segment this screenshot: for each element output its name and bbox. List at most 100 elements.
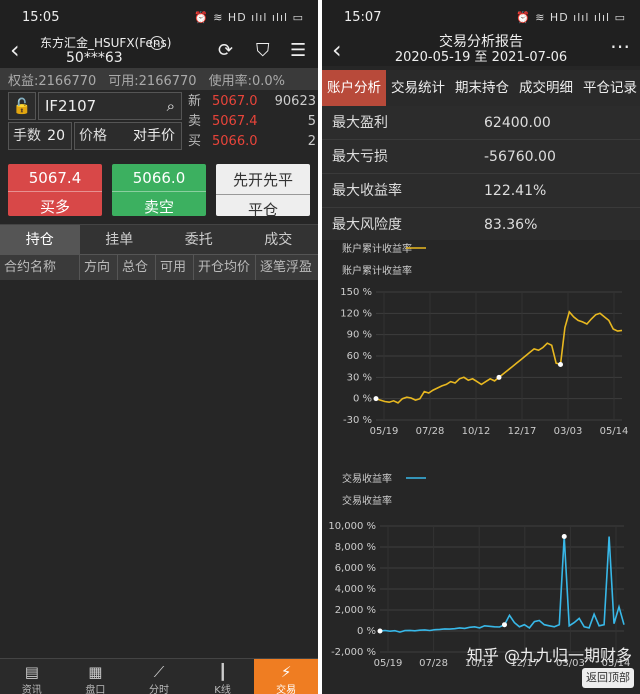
tab-trade-stats[interactable]: 交易统计	[386, 70, 450, 106]
nav-kline[interactable]: ┃ K线	[191, 659, 255, 694]
column-header[interactable]: 逐笔浮盈	[256, 255, 318, 280]
more-icon[interactable]: ⋯	[610, 34, 630, 58]
stat-label: 最大收益率	[332, 183, 402, 199]
tab-fill-details[interactable]: 成交明细	[514, 70, 578, 106]
table-header: 合约名称 方向 总仓 可用 开仓均价 逐笔浮盈	[0, 254, 318, 280]
orderbook-icon: ▦	[88, 663, 103, 681]
quote-price: 5067.4	[212, 114, 258, 129]
status-bar: 15:07 ⏰ ≋ HD ılıl ılıl ▭	[322, 0, 640, 34]
menu-icon[interactable]: ☰	[290, 40, 306, 61]
status-icons: ⏰ ≋ HD ılıl ılıl ▭	[516, 10, 626, 24]
news-icon: ▤	[24, 663, 39, 681]
nav-label: 分时	[148, 685, 169, 694]
y-tick-label: 0 %	[357, 626, 376, 637]
tab-positions[interactable]: 持仓	[0, 225, 80, 254]
legend-label: 交易收益率	[342, 472, 392, 485]
lock-icon[interactable]: 🔓	[8, 92, 36, 120]
y-tick-label: 90 %	[347, 330, 372, 341]
series-point	[561, 534, 567, 539]
price-field[interactable]: 价格 对手价	[74, 122, 182, 150]
sell-short-button[interactable]: 5066.0 卖空	[112, 164, 206, 216]
usage-label: 使用率:0.0%	[208, 73, 285, 89]
stat-value: 83.36%	[484, 217, 538, 233]
tab-ending-positions[interactable]: 期末持仓	[450, 70, 514, 106]
x-tick-label: 07/28	[416, 426, 445, 437]
y-tick-label: 8,000 %	[335, 542, 376, 553]
back-to-top-button[interactable]: 返回顶部	[582, 668, 634, 688]
legend-label: 账户累计收益率	[342, 242, 412, 255]
nav-orderbook[interactable]: ▦ 盘口	[64, 659, 128, 694]
column-header[interactable]: 可用	[156, 255, 194, 280]
search-icon[interactable]: ⌕	[167, 93, 175, 119]
tab-account-analysis[interactable]: 账户分析	[322, 70, 386, 106]
column-header[interactable]: 合约名称	[0, 255, 80, 280]
status-time: 15:05	[22, 9, 60, 25]
chart-title: 账户累计收益率	[342, 264, 412, 277]
nav-label: 交易	[276, 685, 297, 694]
close-label: 平仓	[216, 194, 310, 220]
column-header[interactable]: 开仓均价	[194, 255, 256, 280]
buy-long-button[interactable]: 5067.4 买多	[8, 164, 102, 216]
chart-title: 交易收益率	[342, 494, 392, 507]
quote-row: 买 5066.0 2	[188, 132, 316, 152]
close-position-button[interactable]: 先开先平 平仓	[216, 164, 310, 219]
shield-icon[interactable]: ⛉	[256, 40, 270, 61]
buy-label: 买多	[8, 191, 102, 217]
y-tick-label: -30 %	[343, 415, 372, 426]
quote-volume: 2	[307, 134, 316, 149]
column-header[interactable]: 方向	[80, 255, 118, 280]
price-value[interactable]: 对手价	[133, 123, 175, 149]
nav-label: 资讯	[21, 685, 42, 694]
line-chart-icon: ⟋	[153, 663, 165, 681]
series-line	[375, 310, 623, 404]
tab-orders[interactable]: 委托	[159, 225, 239, 254]
account-bar: 权益:2166770 可用:2166770 使用率:0.0%	[0, 68, 318, 90]
header: ‹ 东方汇金_HSUFX(Fens) ⌄ 50***63 ⟳ ⛉ ☰	[0, 34, 318, 68]
nav-intraday[interactable]: ⟋ 分时	[127, 659, 191, 694]
tab-close-records[interactable]: 平仓记录	[578, 70, 640, 106]
x-tick-label: 05/14	[600, 426, 629, 437]
x-tick-label: 12/17	[508, 426, 537, 437]
refresh-icon[interactable]: ⟳	[218, 40, 233, 61]
x-tick-label: 05/19	[370, 426, 399, 437]
nav-trade[interactable]: ⚡ 交易	[254, 659, 318, 694]
stat-value: 62400.00	[484, 115, 551, 131]
quote-volume: 5	[307, 114, 316, 129]
quote-label: 买	[188, 134, 202, 149]
nav-label: K线	[214, 685, 231, 694]
y-tick-label: 10,000 %	[328, 521, 376, 532]
quote-volume: 90623	[274, 94, 316, 109]
stat-label: 最大盈利	[332, 115, 388, 131]
watermark-text: 知乎 @九九归一期财多	[466, 646, 632, 665]
cumulative-return-svg: 账户累计收益率账户累计收益率 150 % 120 % 90 % 60 % 30 % 0 % -…	[340, 242, 629, 437]
y-tick-label: 2,000 %	[335, 605, 376, 616]
back-icon[interactable]: ‹	[10, 36, 20, 64]
trading-panel: 15:05 ⏰ ≋ HD ılıl ılıl ▭ ‹ 东方汇金_HSUFX(Fe…	[0, 0, 318, 694]
y-tick-label: 120 %	[340, 308, 372, 319]
stat-row: 最大收益率 122.41%	[322, 174, 640, 208]
y-tick-label: 0 %	[353, 394, 372, 405]
equity-label: 权益:2166770	[8, 73, 97, 89]
column-header[interactable]: 总仓	[118, 255, 156, 280]
header: ‹ 交易分析报告 2020-05-19 至 2021-07-06 ⋯	[322, 34, 640, 66]
series-point	[373, 396, 379, 402]
stats-list: 最大盈利 62400.00 最大亏损 -56760.00 最大收益率 122.41% …	[322, 106, 640, 242]
nav-label: 盘口	[85, 685, 106, 694]
quantity-value[interactable]: 20	[47, 123, 65, 149]
stat-label: 最大风险度	[332, 217, 402, 233]
back-icon[interactable]: ‹	[332, 36, 342, 64]
quantity-label: 手数	[13, 128, 41, 144]
stat-value: -56760.00	[484, 149, 556, 165]
quantity-field[interactable]: 手数 20	[8, 122, 72, 150]
sell-price: 5066.0	[132, 169, 186, 187]
series-line	[379, 536, 625, 633]
y-tick-label: 4,000 %	[335, 584, 376, 595]
tab-fills[interactable]: 成交	[239, 225, 319, 254]
tab-pending[interactable]: 挂单	[80, 225, 160, 254]
symbol-input[interactable]: IF2107 ⌕	[38, 92, 182, 120]
analysis-panel: 15:07 ⏰ ≋ HD ılıl ılıl ▭ ‹ 交易分析报告 2020-0…	[322, 0, 640, 694]
position-tabs: 持仓 挂单 委托 成交	[0, 224, 318, 254]
quote-box: 新 5067.0 90623 卖 5067.4 5 买 5066.0 2	[188, 92, 316, 152]
nav-news[interactable]: ▤ 资讯	[0, 659, 64, 694]
chevron-down-icon[interactable]: ⌄	[150, 36, 164, 50]
